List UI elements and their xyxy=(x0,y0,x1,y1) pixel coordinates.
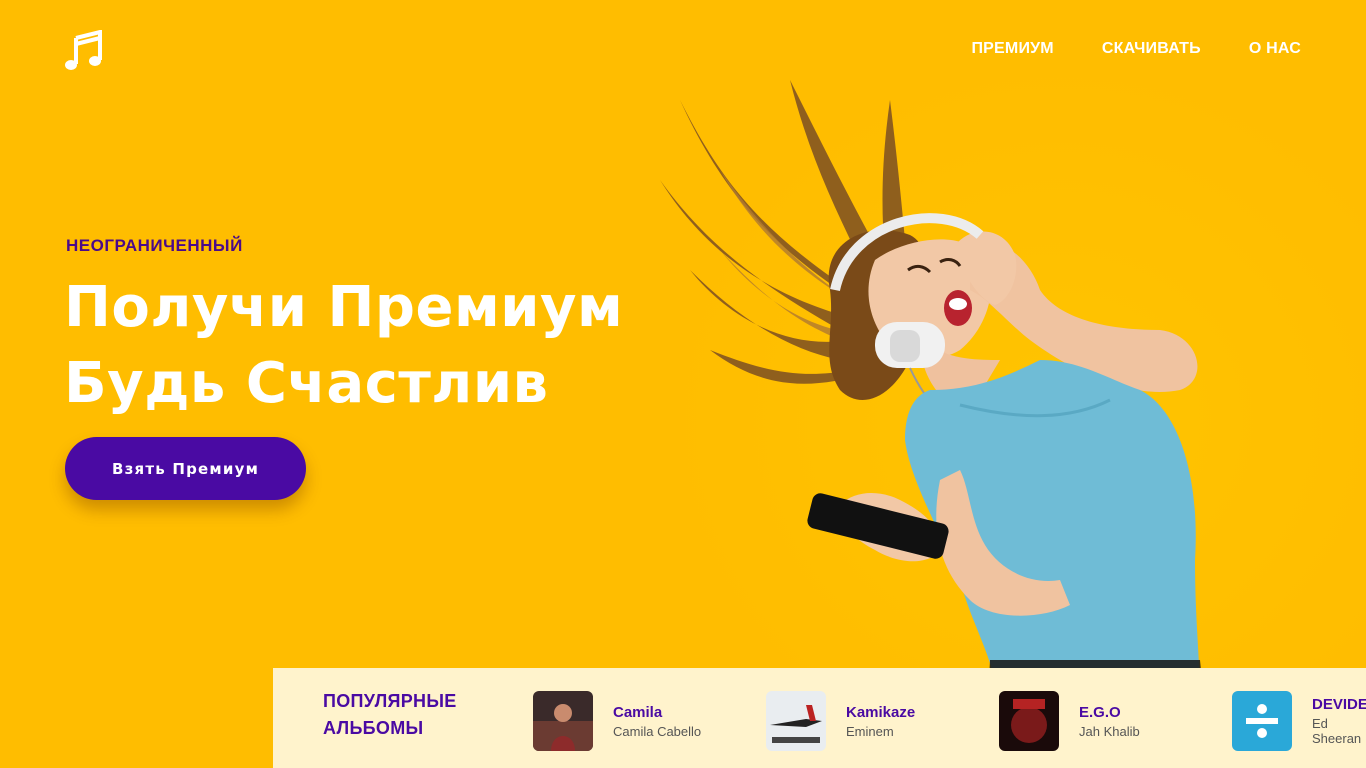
album-cover xyxy=(999,691,1059,751)
music-note-icon xyxy=(65,29,102,70)
album-cover xyxy=(533,691,593,751)
album-title: E.G.O xyxy=(1079,703,1121,721)
get-premium-button[interactable]: Взять Премиум xyxy=(65,437,306,500)
popular-albums-heading: ПОПУЛЯРНЫЕ АЛЬБОМЫ xyxy=(323,688,493,742)
hero-title-line-2: Будь Счастлив xyxy=(64,351,549,416)
hero-title-line-1: Получи Премиум xyxy=(64,275,624,340)
album-title: DEVIDE xyxy=(1312,696,1366,713)
main-nav: ПРЕМИУМ СКАЧИВАТЬ О НАС xyxy=(971,40,1301,58)
nav-premium[interactable]: ПРЕМИУМ xyxy=(971,40,1053,58)
album-artist: Camila Cabello xyxy=(613,723,702,739)
popular-albums-heading-line-2: АЛЬБОМЫ xyxy=(323,718,424,738)
popular-albums-heading-line-1: ПОПУЛЯРНЫЕ xyxy=(323,691,457,711)
album-artist: Jah Khalib xyxy=(1079,723,1140,739)
album-artist: Ed Sheeran xyxy=(1312,716,1362,746)
album-item[interactable]: Camila Camila Cabello xyxy=(533,691,701,751)
album-cover xyxy=(1232,691,1292,751)
nav-download[interactable]: СКАЧИВАТЬ xyxy=(1102,40,1201,58)
popular-albums-bar: ПОПУЛЯРНЫЕ АЛЬБОМЫ Camila Camila Cabello xyxy=(273,668,1366,768)
hero-title: Получи Премиум Будь Счастлив xyxy=(64,270,623,422)
album-item[interactable]: Kamikaze Eminem xyxy=(766,691,915,751)
album-title: Kamikaze xyxy=(846,703,916,721)
album-item[interactable]: DEVIDE Ed Sheeran xyxy=(1232,691,1366,751)
album-title: Camila xyxy=(613,703,663,721)
logo[interactable] xyxy=(64,29,104,74)
nav-about[interactable]: О НАС xyxy=(1249,40,1301,58)
album-artist: Eminem xyxy=(846,723,894,739)
hero-eyebrow: НЕОГРАНИЧЕННЫЙ xyxy=(66,236,243,255)
album-cover xyxy=(766,691,826,751)
album-item[interactable]: E.G.O Jah Khalib xyxy=(999,691,1140,751)
hero-illustration xyxy=(640,60,1280,768)
